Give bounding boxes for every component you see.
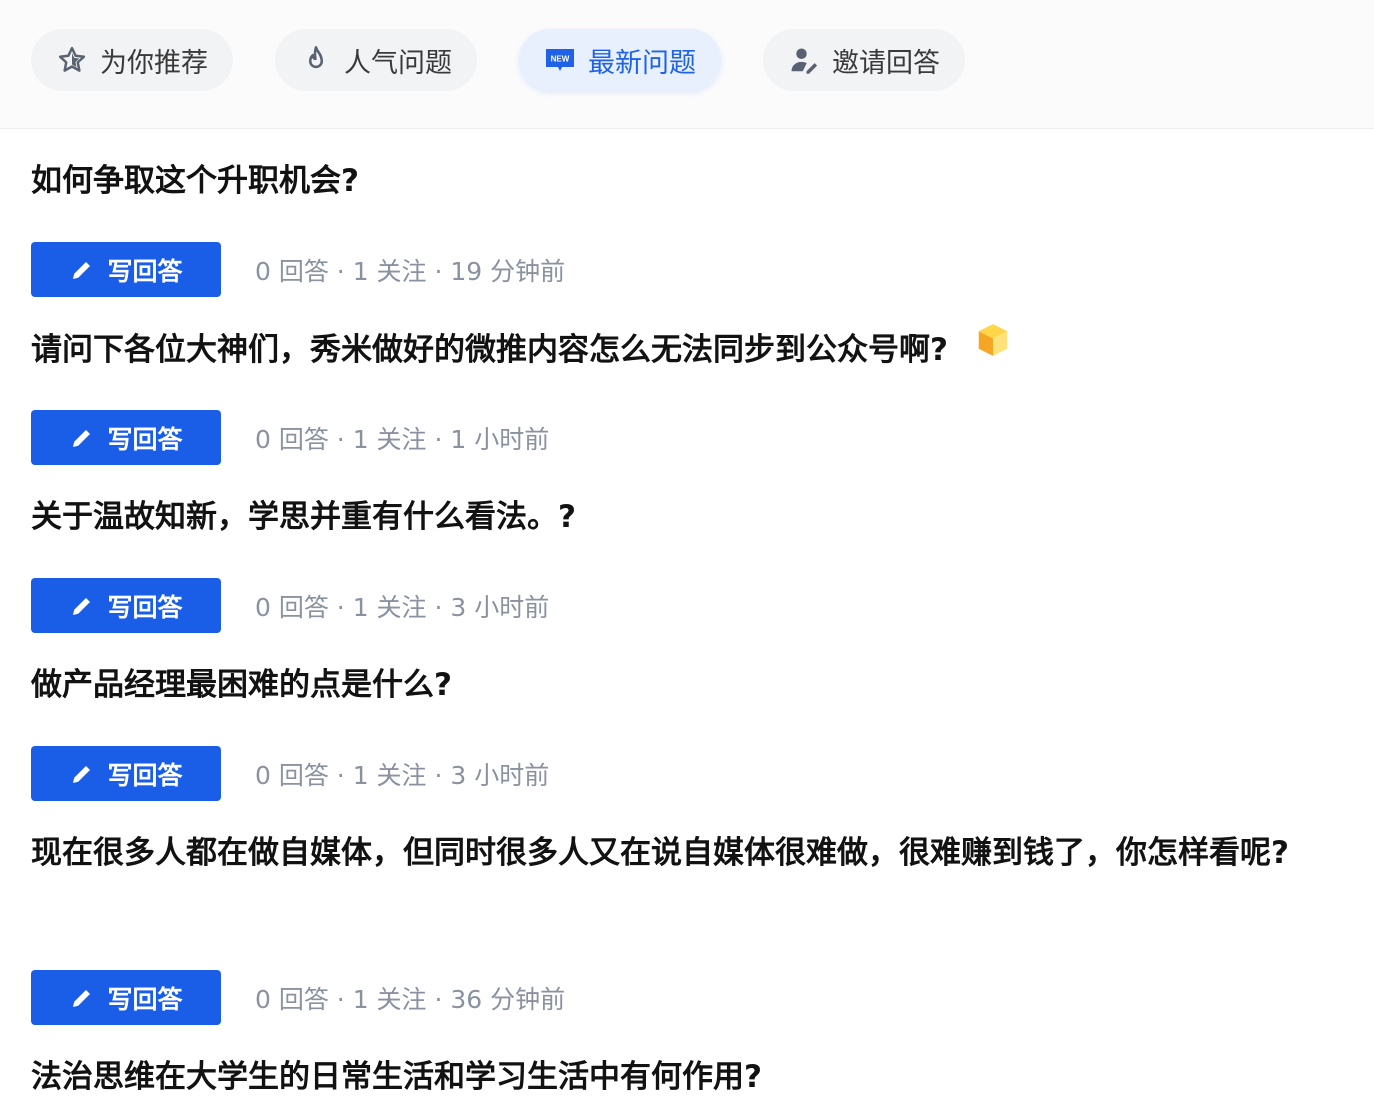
follow-count: 1 关注 [352,257,427,286]
write-answer-button[interactable]: 写回答 [31,746,221,801]
question-title[interactable]: 法治思维在大学生的日常生活和学习生活中有何作用? [31,1049,762,1105]
question-title[interactable]: 如何争取这个升职机会? [31,153,359,209]
follow-count: 1 关注 [352,761,427,790]
follow-count: 1 关注 [352,593,427,622]
question-title[interactable]: 做产品经理最困难的点是什么? [31,657,452,713]
write-answer-label: 写回答 [107,424,183,454]
posted-time: 3 小时前 [450,761,550,790]
new-badge-text: NEW [551,55,570,64]
posted-time: 3 小时前 [450,593,550,622]
star-icon [56,44,88,76]
question-meta: 0 回答 · 1 关注 · 3 小时前 [255,761,550,790]
cube-emoji-icon [974,321,1012,377]
follow-count: 1 关注 [352,425,427,454]
pencil-icon [69,425,95,451]
pencil-icon [69,593,95,619]
answer-count: 0 回答 [255,425,329,454]
answer-count: 0 回答 [255,257,329,286]
posted-time: 36 分钟前 [450,985,566,1014]
write-answer-button[interactable]: 写回答 [31,242,221,297]
write-answer-button[interactable]: 写回答 [31,410,221,465]
new-badge-icon: NEW [544,44,576,76]
posted-time: 19 分钟前 [450,257,566,286]
question-meta: 0 回答 · 1 关注 · 3 小时前 [255,593,550,622]
answer-count: 0 回答 [255,985,329,1014]
pencil-icon [69,761,95,787]
tab-recommended[interactable]: 为你推荐 [31,29,233,91]
question-meta: 0 回答 · 1 关注 · 36 分钟前 [255,985,566,1014]
question-meta: 0 回答 · 1 关注 · 1 小时前 [255,425,550,454]
question-meta: 0 回答 · 1 关注 · 19 分钟前 [255,257,566,286]
write-answer-label: 写回答 [107,592,183,622]
question-title[interactable]: 现在很多人都在做自媒体，但同时很多人又在说自媒体很难做，很难赚到钱了，你怎样看呢… [31,825,1321,881]
tab-label: 人气问题 [344,47,452,79]
tab-latest[interactable]: NEW 最新问题 [519,29,721,91]
tab-label: 为你推荐 [100,47,208,79]
tab-popular[interactable]: 人气问题 [275,29,477,91]
write-answer-label: 写回答 [107,984,183,1014]
pencil-icon [69,257,95,283]
question-title[interactable]: 请问下各位大神们，秀米做好的微推内容怎么无法同步到公众号啊? [31,322,1012,380]
tab-label: 邀请回答 [832,47,940,79]
follow-count: 1 关注 [352,985,427,1014]
question-title-text: 请问下各位大神们，秀米做好的微推内容怎么无法同步到公众号啊? [31,332,948,368]
answer-count: 0 回答 [255,593,329,622]
pencil-icon [69,985,95,1011]
question-tab-bar: 为你推荐 人气问题 NEW 最新问题 邀请回答 [0,0,1374,129]
question-title[interactable]: 关于温故知新，学思并重有什么看法。? [31,489,576,545]
write-answer-button[interactable]: 写回答 [31,970,221,1025]
invite-user-icon [788,44,820,76]
posted-time: 1 小时前 [450,425,550,454]
answer-count: 0 回答 [255,761,329,790]
write-answer-button[interactable]: 写回答 [31,578,221,633]
fire-icon [300,44,332,76]
write-answer-label: 写回答 [107,256,183,286]
tab-label: 最新问题 [588,47,696,79]
write-answer-label: 写回答 [107,760,183,790]
tab-invite-answer[interactable]: 邀请回答 [763,29,965,91]
